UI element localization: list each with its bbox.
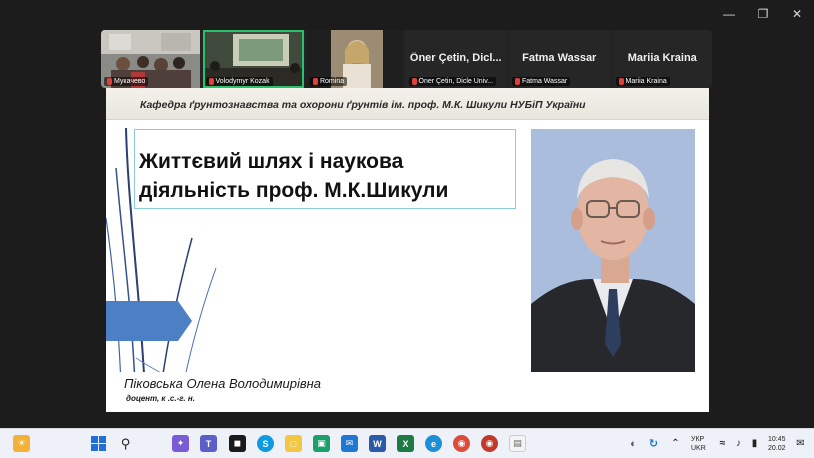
mic-muted-icon bbox=[208, 78, 214, 85]
chevron-up-icon[interactable]: ⌃ bbox=[667, 435, 684, 452]
edge-icon[interactable]: e bbox=[425, 435, 442, 452]
participant-tile[interactable]: Mariia Kraina Mariia Kraina bbox=[612, 30, 712, 88]
chrome-icon[interactable]: ◉ bbox=[453, 435, 470, 452]
participant-label: Mariia Kraina bbox=[615, 77, 670, 86]
notification-icon[interactable]: ✉ bbox=[792, 435, 809, 452]
clock-time[interactable]: 10:45 bbox=[768, 436, 786, 443]
restore-icon[interactable]: ❐ bbox=[746, 0, 780, 28]
mic-muted-icon bbox=[411, 78, 417, 85]
participant-tile[interactable]: Fatma Wassar Fatma Wassar bbox=[509, 30, 610, 88]
battery-icon[interactable]: ▮ bbox=[746, 435, 763, 452]
mic-muted-icon bbox=[515, 78, 520, 85]
participant-tile-active[interactable]: Volodymyr Kozak bbox=[202, 30, 304, 88]
store-icon[interactable]: ▣ bbox=[313, 435, 330, 452]
participant-tile[interactable]: Мукачево bbox=[101, 30, 200, 88]
participant-label: Romina bbox=[309, 77, 348, 86]
author-box: Піковська Олена Володимирівна доцент, к … bbox=[118, 372, 382, 412]
participant-label: Fatma Wassar bbox=[512, 77, 571, 86]
shared-slide: Кафедра ґрунтознавства та охорони ґрунті… bbox=[106, 88, 709, 412]
window-controls: — ❐ ✕ bbox=[712, 0, 814, 28]
portrait-photo bbox=[531, 129, 695, 372]
excel-icon[interactable]: X bbox=[397, 435, 414, 452]
sync-icon[interactable]: ↻ bbox=[645, 435, 662, 452]
author-name: Піковська Олена Володимирівна bbox=[124, 376, 322, 391]
participant-tile[interactable]: Öner Çetin, Dicl... Öner Çetin, Dicle Un… bbox=[405, 30, 506, 88]
participant-tile[interactable]: Romina bbox=[306, 30, 403, 88]
word-icon[interactable]: W bbox=[369, 435, 386, 452]
taskbar: ☀ ⚲ ✦ T ◼ S □ ▣ ✉ W X e ◉ ◉ ▤ ◐ ↻ ⌃ УКР … bbox=[0, 428, 814, 458]
document-icon[interactable]: ▤ bbox=[509, 435, 526, 452]
mail-icon[interactable]: ✉ bbox=[341, 435, 358, 452]
author-title: доцент, к .с.-г. н. bbox=[126, 394, 195, 403]
clock-date[interactable]: 20.02 bbox=[768, 445, 786, 452]
skype-icon[interactable]: S bbox=[257, 435, 274, 452]
mic-muted-icon bbox=[312, 78, 318, 85]
participant-label: Öner Çetin, Dicle Univ... bbox=[408, 77, 497, 86]
slide-header-text: Кафедра ґрунтознавства та охорони ґрунті… bbox=[140, 99, 586, 111]
tray-app-icon[interactable]: ◐ bbox=[625, 435, 642, 452]
search-icon[interactable]: ⚲ bbox=[117, 435, 134, 452]
minimize-icon[interactable]: — bbox=[712, 0, 746, 28]
participant-label: Мукачево bbox=[104, 77, 149, 86]
windows-logo-icon bbox=[91, 436, 106, 451]
copilot-icon[interactable]: ✦ bbox=[172, 435, 189, 452]
start-button[interactable] bbox=[90, 435, 107, 452]
mic-muted-icon bbox=[618, 78, 624, 85]
chrome-profile-icon[interactable]: ◉ bbox=[481, 435, 498, 452]
weather-icon[interactable]: ☀ bbox=[13, 435, 30, 452]
file-explorer-icon[interactable]: □ bbox=[285, 435, 302, 452]
slide-title-box: Життєвий шлях і наукова діяльність проф.… bbox=[134, 129, 516, 209]
wifi-icon[interactable]: ≈ bbox=[714, 435, 731, 452]
media-app-icon[interactable]: ◼ bbox=[229, 435, 246, 452]
volume-icon[interactable]: ♪ bbox=[730, 435, 747, 452]
slide-title: Життєвий шлях і наукова діяльність проф.… bbox=[139, 150, 449, 202]
language-indicator-bottom[interactable]: UKR bbox=[691, 445, 706, 452]
language-indicator-top[interactable]: УКР bbox=[691, 436, 704, 443]
teams-icon[interactable]: T bbox=[200, 435, 217, 452]
slide-arrow-shape bbox=[106, 301, 192, 341]
mic-muted-icon bbox=[107, 78, 112, 85]
close-icon[interactable]: ✕ bbox=[780, 0, 814, 28]
participant-strip: Мукачево Volodymyr Kozak Romina Öner Çet… bbox=[101, 30, 712, 88]
participant-label: Volodymyr Kozak bbox=[205, 77, 273, 86]
